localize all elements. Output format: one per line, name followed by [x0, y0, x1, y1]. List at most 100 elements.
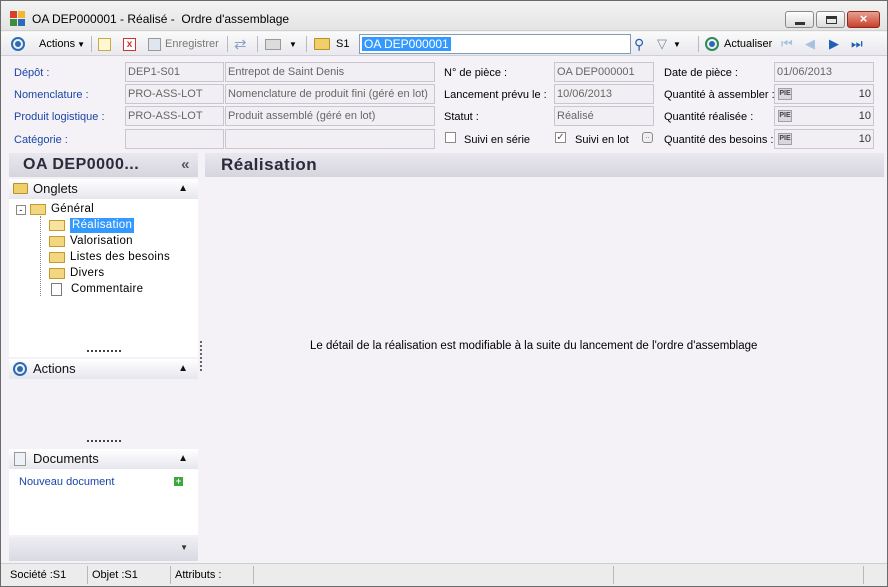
suivi-serie-checkbox[interactable] — [445, 132, 456, 143]
next-record-icon: ▶ — [829, 36, 839, 51]
open-folder-icon — [49, 220, 65, 231]
refresh-icon — [705, 37, 719, 51]
documents-icon — [14, 452, 26, 466]
expand-chevron-icon[interactable]: ▼ — [180, 543, 188, 552]
new-button[interactable] — [98, 35, 111, 53]
produit-label[interactable]: Produit logistique : — [14, 111, 105, 123]
piece-field[interactable]: OA DEP000001 — [554, 62, 654, 82]
tree-item-commentaire[interactable]: Commentaire — [49, 282, 143, 297]
menu-circle-icon — [11, 37, 25, 51]
actions-button[interactable]: Actions ▼ — [39, 35, 85, 53]
date-piece-field[interactable]: 01/06/2013 — [774, 62, 874, 82]
nomenclature-label[interactable]: Nomenclature : — [14, 89, 89, 101]
resize-grip[interactable] — [87, 440, 121, 442]
categorie-name-field[interactable] — [225, 129, 435, 149]
add-document-icon[interactable]: + — [174, 477, 183, 486]
sync-button[interactable]: ⇄ — [234, 35, 247, 53]
pie-unit-badge: PIE — [778, 88, 792, 100]
tree-item-label: Commentaire — [71, 283, 144, 295]
caret-down-icon: ▼ — [289, 39, 297, 49]
previous-record-button[interactable]: ◀ — [805, 35, 815, 53]
toolbar-separator — [257, 36, 258, 52]
tree-item-valorisation[interactable]: Valorisation — [49, 234, 133, 249]
tree-item-divers[interactable]: Divers — [49, 266, 104, 281]
print-button[interactable]: ▼ — [265, 35, 297, 53]
tree-item-general[interactable]: - Général — [16, 202, 94, 217]
tree-item-label: Général — [51, 203, 95, 215]
tree-item-realisation[interactable]: Réalisation — [49, 218, 135, 233]
collapse-chevron-icon: ▲ — [178, 453, 188, 464]
tree-item-label: Valorisation — [70, 235, 133, 247]
maximize-button[interactable] — [816, 11, 845, 28]
actions-section-header[interactable]: Actions ▲ — [9, 359, 198, 379]
nomenclature-name-field[interactable]: Nomenclature de produit fini (géré en lo… — [225, 84, 435, 104]
categorie-code-field[interactable] — [125, 129, 224, 149]
actions-label: Actions — [39, 38, 76, 50]
depot-name-field[interactable]: Entrepot de Saint Denis — [225, 62, 435, 82]
pie-unit-badge: PIE — [778, 110, 792, 122]
panel-bottom-bar: ▼ — [9, 537, 198, 561]
previous-record-icon: ◀ — [805, 36, 815, 51]
title-bar: OA DEP000001 - Réalisé - Ordre d'assembl… — [1, 1, 887, 31]
close-icon: × — [859, 11, 868, 26]
toolbar-separator — [227, 36, 228, 52]
app-icon — [10, 11, 26, 27]
suivi-lot-checkbox[interactable]: ✓ — [555, 132, 566, 143]
refresh-button[interactable]: Actualiser — [705, 35, 772, 53]
statut-field[interactable]: Réalisé — [554, 106, 654, 126]
next-record-button[interactable]: ▶ — [829, 35, 839, 53]
panel-splitter[interactable] — [200, 341, 202, 371]
circle-menu-button[interactable] — [11, 35, 25, 53]
last-record-button[interactable]: ⏭ — [851, 35, 863, 53]
lancement-label: Lancement prévu le : — [444, 89, 547, 101]
tree-item-label: Réalisation — [70, 218, 135, 233]
resize-grip[interactable] — [87, 350, 121, 352]
status-bar: Société :S1 Objet :S1 Attributs : — [1, 563, 887, 586]
first-record-button[interactable]: ⏮ — [781, 35, 793, 53]
categorie-label[interactable]: Catégorie : — [14, 134, 68, 146]
header-form: Dépôt : DEP1-S01 Entrepot de Saint Denis… — [1, 57, 887, 151]
nomenclature-code-field[interactable]: PRO-ASS-LOT — [125, 84, 224, 104]
onglets-section-header[interactable]: Onglets ▲ — [9, 179, 198, 199]
collapse-panel-icon[interactable]: « — [181, 153, 190, 177]
suivi-serie-label: Suivi en série — [464, 134, 531, 146]
qte-besoins-label: Quantité des besoins : — [664, 134, 774, 146]
status-societe: Société :S1 — [10, 569, 67, 581]
collapse-chevron-icon: ▲ — [178, 363, 188, 374]
produit-name-field[interactable]: Produit assemblé (géré en lot) — [225, 106, 435, 126]
depot-label[interactable]: Dépôt : — [14, 67, 49, 79]
folder-icon — [49, 236, 65, 247]
new-document-icon — [98, 37, 111, 51]
printer-icon — [265, 38, 281, 50]
collapse-chevron-icon: ▲ — [178, 183, 188, 194]
folder-icon — [49, 268, 65, 279]
actions-circle-icon — [13, 362, 27, 376]
delete-button[interactable]: x — [123, 35, 136, 53]
folder-s1-button[interactable]: S1 — [314, 35, 349, 53]
collapse-tree-icon[interactable]: - — [16, 204, 26, 215]
search-input[interactable]: OA DEP000001 — [359, 34, 631, 54]
search-input-value: OA DEP000001 — [362, 37, 451, 51]
panel-title: OA DEP0000... « — [9, 153, 198, 177]
documents-section-header[interactable]: Documents ▲ — [9, 449, 198, 469]
tree-item-listes-besoins[interactable]: Listes des besoins — [49, 250, 170, 265]
documents-body: Nouveau document + — [9, 469, 198, 535]
refresh-label: Actualiser — [724, 38, 773, 50]
filter-button[interactable]: ▽ ▼ — [657, 35, 681, 53]
folder-icon — [30, 204, 46, 215]
new-document-link[interactable]: Nouveau document — [19, 476, 114, 488]
close-button[interactable]: × — [847, 11, 880, 28]
caret-down-icon: ▼ — [673, 39, 681, 49]
actions-label: Actions — [33, 361, 76, 376]
actions-body — [9, 379, 198, 447]
tree-line — [40, 216, 41, 296]
search-button[interactable]: ⚲ — [634, 35, 644, 53]
lancement-field[interactable]: 10/06/2013 — [554, 84, 654, 104]
toolbar-separator — [91, 36, 92, 52]
depot-code-field[interactable]: DEP1-S01 — [125, 62, 224, 82]
suivi-lot-detail-button[interactable]: .. — [642, 132, 653, 143]
produit-code-field[interactable]: PRO-ASS-LOT — [125, 106, 224, 126]
last-record-icon: ⏭ — [851, 36, 863, 51]
save-button[interactable]: Enregistrer — [148, 35, 219, 53]
minimize-button[interactable] — [785, 11, 814, 28]
